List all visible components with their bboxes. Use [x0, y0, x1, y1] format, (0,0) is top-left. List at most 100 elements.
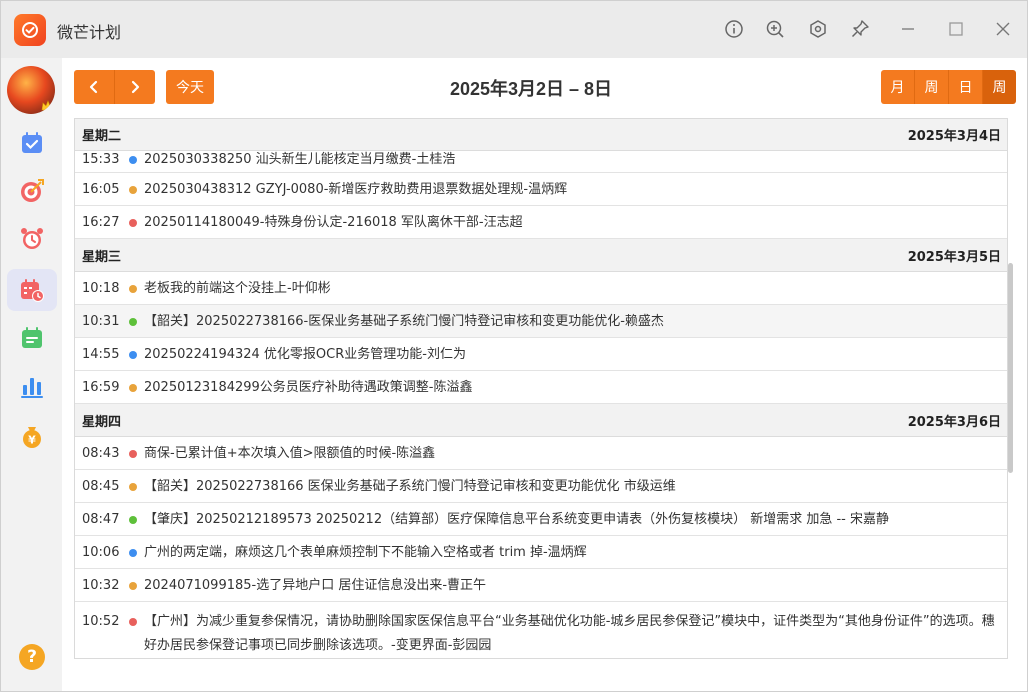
minimize-icon[interactable] [897, 18, 919, 40]
list-item[interactable]: 10:32 2024071099185-选了异地户口 居住证信息没出来-曹正午 [75, 569, 1007, 602]
app-title: 微芒计划 [57, 23, 122, 42]
bar-chart-icon [21, 378, 43, 398]
list-item[interactable]: 16:05 2025030438312 GZYJ-0080-新增医疗救助费用退票… [75, 173, 1007, 206]
sidebar-item-tasks[interactable] [7, 122, 57, 164]
event-title: 老板我的前端这个没挂上-叶仰彬 [144, 281, 331, 296]
list-item[interactable]: 16:27 20250114180049-特殊身份认定-216018 军队离休干… [75, 206, 1007, 239]
list-item[interactable]: 14:55 20250224194324 优化零报OCR业务管理功能-刘仁为 [75, 338, 1007, 371]
settings-icon[interactable] [807, 18, 829, 40]
event-title: 20250123184299公务员医疗补助待遇政策调整-陈溢鑫 [144, 380, 473, 395]
view-week-button[interactable]: 周 [914, 70, 948, 104]
day-date: 2025年3月4日 [907, 129, 1001, 144]
close-icon[interactable] [992, 18, 1014, 40]
event-list: 星期二 2025年3月4日 15:33 2025030338250 汕头新生儿能… [74, 118, 1008, 659]
event-dot [129, 384, 137, 392]
event-dot [129, 516, 137, 524]
event-title: 【肇庆】20250212189573 20250212（结算部）医疗保障信息平台… [144, 512, 890, 527]
event-time: 16:59 [82, 380, 120, 395]
sidebar-item-stats[interactable] [7, 366, 57, 408]
sidebar-item-notes[interactable] [7, 317, 57, 359]
target-icon [21, 179, 44, 202]
list-item[interactable]: 10:06 广州的两定端，麻烦这几个表单麻烦控制下不能输入空格或者 trim 掉… [75, 536, 1007, 569]
sidebar-item-goals[interactable] [7, 170, 57, 212]
day-header: 星期二 2025年3月4日 [75, 119, 1007, 151]
date-range-title: 2025年3月2日 – 8日 [449, 79, 613, 99]
view-day-button[interactable]: 日 [948, 70, 982, 104]
calendar-clock-icon [21, 279, 44, 302]
app-logo-icon [14, 14, 46, 46]
event-dot [129, 318, 137, 326]
day-weekday: 星期三 [82, 249, 122, 265]
event-dot [129, 285, 137, 293]
list-item[interactable]: 10:18 老板我的前端这个没挂上-叶仰彬 [75, 272, 1007, 305]
sidebar: ¥ ? [1, 58, 62, 691]
event-dot [129, 450, 137, 458]
event-time: 14:55 [82, 347, 120, 362]
event-dot [129, 582, 137, 590]
event-title: 【韶关】2025022738166 医保业务基础子系统门慢门特登记审核和变更功能… [144, 479, 676, 494]
day-weekday: 星期四 [82, 414, 122, 430]
avatar[interactable] [7, 66, 55, 114]
next-button[interactable] [114, 70, 155, 104]
list-item[interactable]: 10:31 【韶关】2025022738166-医保业务基础子系统门慢门特登记审… [75, 305, 1007, 338]
money-bag-icon: ¥ [23, 427, 41, 448]
list-item[interactable]: 10:52 【广州】为减少重复参保情况，请协助删除国家医保信息平台“业务基础优化… [75, 602, 1007, 658]
event-title: 商保-已累计值+本次填入值>限额值的时候-陈溢鑫 [144, 446, 436, 461]
list-item[interactable]: 15:33 2025030338250 汕头新生儿能核定当月缴费-土桂浩 [75, 151, 1007, 173]
info-icon[interactable] [723, 18, 745, 40]
title-bar: 微芒计划 [1, 1, 1027, 58]
calendar-note-icon [22, 327, 42, 348]
event-time: 10:52 [82, 614, 120, 629]
event-time: 08:47 [82, 512, 120, 527]
sidebar-item-finance[interactable]: ¥ [7, 415, 57, 457]
day-date: 2025年3月6日 [907, 414, 1001, 430]
view-week-list-button[interactable]: 周 [982, 70, 1016, 104]
event-time: 10:32 [82, 578, 120, 593]
alarm-clock-icon [21, 228, 43, 249]
prev-button[interactable] [74, 70, 114, 104]
event-title: 【广州】为减少重复参保情况，请协助删除国家医保信息平台“业务基础优化功能-城乡居… [144, 614, 995, 653]
event-title: 2024071099185-选了异地户口 居住证信息没出来-曹正午 [144, 578, 487, 593]
event-dot [129, 549, 137, 557]
chevron-left-icon [89, 80, 98, 94]
list-item[interactable]: 08:45 【韶关】2025022738166 医保业务基础子系统门慢门特登记审… [75, 470, 1007, 503]
event-dot [129, 618, 137, 626]
event-title: 20250224194324 优化零报OCR业务管理功能-刘仁为 [144, 347, 466, 362]
list-item[interactable]: 16:59 20250123184299公务员医疗补助待遇政策调整-陈溢鑫 [75, 371, 1007, 404]
day-header: 星期四 2025年3月6日 [75, 404, 1007, 437]
event-dot [129, 186, 137, 194]
event-time: 15:33 [82, 152, 120, 167]
app-window: 微芒计划 ¥ ? 今天 2025年3月2日 – 8日 月 周 日 周 星期二 2… [0, 0, 1028, 692]
event-time: 10:31 [82, 314, 120, 329]
day-header: 星期三 2025年3月5日 [75, 239, 1007, 272]
today-button[interactable]: 今天 [166, 70, 214, 104]
event-dot [129, 156, 137, 164]
svg-text:¥: ¥ [28, 434, 36, 447]
list-item[interactable]: 08:43 商保-已累计值+本次填入值>限额值的时候-陈溢鑫 [75, 437, 1007, 470]
event-dot [129, 219, 137, 227]
event-time: 16:05 [82, 182, 120, 197]
list-item[interactable]: 08:47 【肇庆】20250212189573 20250212（结算部）医疗… [75, 503, 1007, 536]
maximize-icon[interactable] [945, 18, 967, 40]
calendar-check-icon [22, 132, 42, 153]
event-time: 10:18 [82, 281, 120, 296]
event-time: 08:43 [82, 446, 120, 461]
day-date: 2025年3月5日 [907, 249, 1001, 265]
list-scrollbar[interactable] [1008, 263, 1013, 473]
sidebar-item-calendar[interactable] [7, 269, 57, 311]
view-switcher: 月 周 日 周 [881, 70, 1016, 104]
event-dot [129, 351, 137, 359]
view-month-button[interactable]: 月 [881, 70, 914, 104]
event-title: 2025030438312 GZYJ-0080-新增医疗救助费用退票数据处理规-… [144, 182, 568, 197]
event-title: 2025030338250 汕头新生儿能核定当月缴费-土桂浩 [144, 152, 456, 167]
event-title: 广州的两定端，麻烦这几个表单麻烦控制下不能输入空格或者 trim 掉-温炳辉 [144, 545, 587, 560]
sidebar-item-alarm[interactable] [7, 218, 57, 260]
zoom-in-icon[interactable] [764, 18, 786, 40]
day-weekday: 星期二 [82, 129, 122, 144]
chevron-right-icon [131, 80, 140, 94]
help-icon[interactable]: ? [19, 644, 45, 670]
event-time: 10:06 [82, 545, 120, 560]
pin-icon[interactable] [849, 18, 871, 40]
event-title: 【韶关】2025022738166-医保业务基础子系统门慢门特登记审核和变更功能… [144, 314, 664, 329]
event-time: 08:45 [82, 479, 120, 494]
